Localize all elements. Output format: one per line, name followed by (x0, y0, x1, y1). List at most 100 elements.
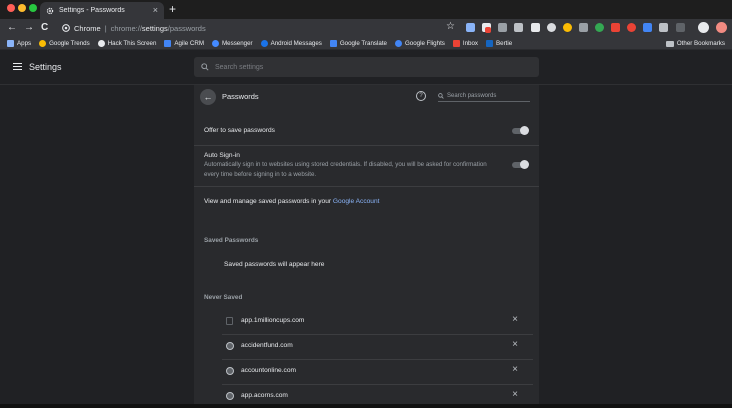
never-saved-site: accountonline.com (241, 367, 296, 374)
extension-icon[interactable] (595, 23, 604, 32)
tab-title: Settings - Passwords (59, 7, 125, 14)
agile-crm-icon (164, 39, 172, 47)
reload-button[interactable]: C (41, 21, 48, 35)
bookmark-messenger[interactable]: Messenger (212, 39, 253, 47)
tab-settings-passwords[interactable]: Settings - Passwords × (40, 2, 164, 19)
extension-icon[interactable] (676, 23, 685, 32)
extension-icon[interactable] (659, 23, 668, 32)
google-account-link[interactable]: Google Account (333, 198, 380, 205)
tab-close-icon[interactable]: × (153, 6, 158, 15)
page-title: Settings (29, 62, 62, 72)
omnibox-path-bold: settings (141, 23, 168, 33)
passwords-title: Passwords (222, 92, 259, 101)
android-messages-icon (260, 39, 268, 47)
offer-to-save-label: Offer to save passwords (204, 127, 275, 134)
extension-icon[interactable] (531, 23, 540, 32)
divider (222, 334, 533, 335)
offer-to-save-toggle[interactable] (512, 126, 529, 135)
new-tab-button[interactable]: + (169, 2, 176, 16)
extension-icon[interactable] (466, 23, 475, 32)
apps-grid-icon (7, 39, 14, 47)
bookmark-hack-this-screen[interactable]: Hack This Screen (97, 39, 156, 47)
other-bookmarks[interactable]: Other Bookmarks (665, 37, 725, 50)
forward-button[interactable]: → (24, 21, 34, 35)
search-passwords-placeholder: Search passwords (447, 92, 497, 99)
title-bar: Settings - Passwords × + (0, 0, 732, 19)
never-saved-site: app.1millioncups.com (241, 317, 305, 324)
help-icon[interactable]: ? (416, 91, 426, 101)
omnibox-scheme: chrome:// (110, 23, 142, 33)
extension-badge-icon (485, 27, 491, 33)
maximize-window-button[interactable] (29, 4, 37, 12)
bookmark-inbox[interactable]: Inbox (452, 39, 478, 47)
search-placeholder: Search settings (215, 63, 264, 71)
translate-icon (329, 39, 337, 47)
bookmark-agile-crm[interactable]: Agile CRM (164, 39, 204, 47)
folder-icon (665, 40, 674, 47)
never-saved-row: accidentfund.com × (222, 334, 533, 358)
bookmark-bertie[interactable]: Bertie (486, 39, 512, 47)
bookmark-google-flights[interactable]: Google Flights (394, 39, 445, 47)
saved-passwords-heading: Saved Passwords (204, 237, 259, 244)
bookmark-google-translate[interactable]: Google Translate (329, 39, 387, 47)
menu-icon[interactable] (13, 63, 22, 70)
divider (194, 145, 539, 146)
remove-icon[interactable]: × (512, 314, 518, 326)
trends-icon (39, 39, 47, 47)
extension-icon[interactable] (579, 23, 588, 32)
auto-signin-label: Auto Sign-in (204, 152, 240, 159)
window-bottom-edge (0, 404, 732, 408)
never-saved-site: app.acorns.com (241, 392, 288, 399)
divider (194, 186, 539, 187)
extension-icon[interactable] (611, 23, 620, 32)
omnibox-separator: | (104, 23, 107, 33)
bookmark-star-icon[interactable]: ☆ (446, 21, 455, 32)
extension-icon[interactable] (563, 23, 572, 32)
extension-icon[interactable] (547, 23, 556, 32)
search-passwords-input[interactable]: Search passwords (438, 90, 530, 102)
left-gutter (0, 85, 194, 408)
passwords-header: ← Passwords ? Search passwords (194, 85, 539, 109)
bookmark-google-trends[interactable]: Google Trends (39, 39, 90, 47)
auto-signin-description: Automatically sign in to websites using … (204, 161, 487, 178)
divider (222, 359, 533, 360)
messenger-icon (212, 39, 219, 47)
omnibox-host: Chrome (74, 23, 101, 33)
bookmark-android-messages[interactable]: Android Messages (260, 39, 322, 47)
bookmark-apps[interactable]: Apps (7, 39, 31, 47)
extension-icon[interactable] (643, 23, 652, 32)
saved-passwords-empty: Saved passwords will appear here (224, 261, 325, 268)
back-button[interactable]: ← (7, 21, 17, 35)
back-arrow-icon[interactable]: ← (200, 89, 216, 105)
never-saved-heading: Never Saved (204, 294, 243, 301)
never-saved-row: accountonline.com × (222, 359, 533, 383)
minimize-window-button[interactable] (18, 4, 26, 12)
search-icon (438, 92, 444, 99)
never-saved-site: accidentfund.com (241, 342, 293, 349)
address-bar[interactable]: Chrome | chrome://settings/passwords (62, 21, 462, 35)
flights-icon (394, 39, 402, 47)
bertie-icon (486, 39, 494, 47)
extension-icon[interactable] (627, 23, 636, 32)
update-menu-icon[interactable] (716, 22, 727, 33)
extension-icon[interactable] (514, 23, 523, 32)
divider (222, 384, 533, 385)
omnibox-url: chrome://settings/passwords (111, 24, 206, 33)
bookmarks-bar: Apps Google Trends Hack This Screen Agil… (0, 37, 732, 50)
blank-page-icon (226, 317, 233, 325)
never-saved-row: app.1millioncups.com × (222, 309, 533, 333)
auto-signin-toggle[interactable] (512, 160, 529, 169)
extension-icon[interactable] (498, 23, 507, 32)
inbox-icon (452, 39, 460, 47)
search-settings-input[interactable]: Search settings (194, 57, 539, 77)
globe-icon (226, 342, 234, 350)
globe-icon (226, 367, 234, 375)
close-window-button[interactable] (7, 4, 15, 12)
right-gutter (539, 85, 732, 408)
gear-icon (46, 7, 54, 14)
chrome-icon (62, 24, 70, 32)
remove-icon[interactable]: × (512, 339, 518, 351)
profile-avatar[interactable] (698, 22, 709, 33)
remove-icon[interactable]: × (512, 364, 518, 376)
remove-icon[interactable]: × (512, 389, 518, 401)
